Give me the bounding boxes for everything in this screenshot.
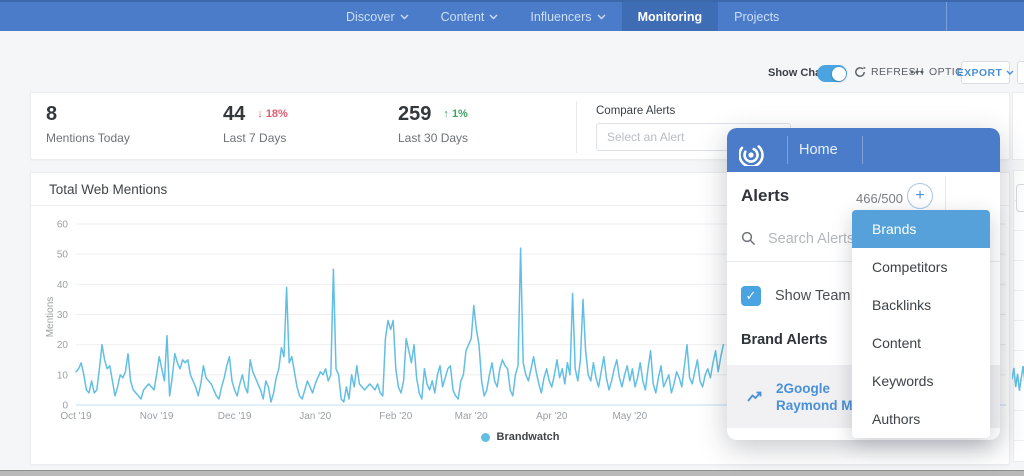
menu-item-content[interactable]: Content [852, 324, 990, 362]
menu-item-keywords[interactable]: Keywords [852, 362, 990, 400]
menu-item-backlinks[interactable]: Backlinks [852, 286, 990, 324]
arrow-up-icon: ↑ [443, 108, 449, 120]
svg-text:60: 60 [57, 220, 69, 231]
nav-item-label: Content [441, 10, 485, 24]
next-panel-stats-sliver [1012, 92, 1024, 160]
menu-item-brands[interactable]: Brands [852, 210, 990, 248]
stat-last-7-days: 44 ↓ 18% Last 7 Days [223, 103, 288, 145]
alerts-count: 466/500 [856, 191, 903, 206]
menu-item-competitors[interactable]: Competitors [852, 248, 990, 286]
svg-text:20: 20 [57, 340, 69, 351]
arrow-down-icon: ↓ [257, 108, 263, 120]
nav-item-label: Influencers [530, 10, 591, 24]
svg-text:May '20: May '20 [612, 411, 647, 422]
brand-alerts-heading: Brand Alerts [741, 332, 827, 348]
chevron-down-icon [1006, 70, 1014, 75]
divider [576, 101, 577, 153]
legend-dot-icon [481, 433, 490, 442]
alert-type-menu: Brands Competitors Backlinks Content Key… [852, 210, 990, 438]
stat-label: Mentions Today [46, 131, 130, 145]
divider [787, 136, 788, 164]
stat-value: 259 [398, 103, 431, 126]
nav-item-discover[interactable]: Discover [330, 2, 425, 31]
nav-item-label: Monitoring [638, 10, 703, 24]
popup-header: Home [727, 128, 1000, 172]
alerts-title: Alerts [741, 186, 789, 206]
compare-alerts-label: Compare Alerts [596, 105, 675, 117]
svg-text:50: 50 [57, 250, 69, 261]
stat-delta-up: ↑ 1% [443, 108, 467, 120]
chevron-down-icon [400, 14, 409, 20]
svg-text:Dec '19: Dec '19 [218, 411, 252, 422]
stat-mentions-today: 8 Mentions Today [46, 103, 130, 145]
chevron-down-icon [597, 14, 606, 20]
search-icon [741, 231, 756, 246]
svg-text:Oct '19: Oct '19 [60, 411, 92, 422]
horizontal-scrollbar[interactable] [0, 470, 1024, 476]
stat-last-30-days: 259 ↑ 1% Last 30 Days [398, 103, 468, 145]
svg-text:10: 10 [57, 370, 69, 381]
popup-home-tab[interactable]: Home [799, 128, 838, 172]
chevron-down-icon [489, 14, 498, 20]
delta-value: 1% [452, 108, 468, 120]
show-chart-toggle[interactable] [817, 65, 847, 82]
menu-item-authors[interactable]: Authors [852, 400, 990, 438]
export-label: EXPORT [957, 67, 1003, 79]
stat-value: 44 [223, 103, 245, 126]
legend-label: Brandwatch [497, 431, 560, 443]
next-panel-chart-sliver [1013, 170, 1024, 462]
toggle-knob-icon [832, 67, 846, 81]
nav-divider [946, 2, 947, 31]
nav-item-monitoring[interactable]: Monitoring [622, 2, 719, 31]
svg-text:Feb '20: Feb '20 [379, 411, 412, 422]
svg-text:40: 40 [57, 280, 69, 291]
alert-name: 2Google [776, 381, 856, 396]
svg-text:Apr '20: Apr '20 [536, 411, 568, 422]
ellipsis-icon [910, 70, 924, 74]
svg-text:Jan '20: Jan '20 [299, 411, 331, 422]
svg-text:0: 0 [62, 401, 68, 412]
svg-text:30: 30 [57, 310, 69, 321]
delta-value: 18% [266, 108, 288, 120]
mention-logo-icon[interactable] [739, 134, 773, 166]
stat-delta-down: ↓ 18% [257, 108, 288, 120]
search-placeholder: Search Alerts [768, 231, 854, 247]
nav-item-influencers[interactable]: Influencers [514, 2, 621, 31]
add-alert-button[interactable]: + [907, 183, 933, 209]
top-nav-bar: Discover Content Influencers Monitoring … [0, 0, 1024, 31]
alert-owner: Raymond M. [776, 398, 856, 413]
next-panel-sparkline [1012, 330, 1024, 410]
divider [945, 176, 946, 212]
nav-item-content[interactable]: Content [425, 2, 515, 31]
divider [862, 136, 863, 164]
nav-item-label: Discover [346, 10, 395, 24]
svg-text:Nov '19: Nov '19 [140, 411, 174, 422]
partial-button[interactable] [1017, 61, 1024, 84]
next-panel-control-sliver [1016, 184, 1024, 212]
refresh-icon [854, 66, 866, 78]
nav-item-label: Projects [734, 10, 779, 24]
svg-text:Mentions: Mentions [45, 297, 56, 338]
svg-text:Mar '20: Mar '20 [455, 411, 488, 422]
stat-label: Last 7 Days [223, 131, 288, 145]
export-button[interactable]: EXPORT [961, 61, 1010, 84]
team-alerts-checkbox[interactable]: ✓ [741, 286, 761, 306]
nav-item-projects[interactable]: Projects [718, 2, 795, 31]
stat-label: Last 30 Days [398, 131, 468, 145]
trending-up-icon [747, 390, 762, 403]
stat-value: 8 [46, 103, 57, 126]
